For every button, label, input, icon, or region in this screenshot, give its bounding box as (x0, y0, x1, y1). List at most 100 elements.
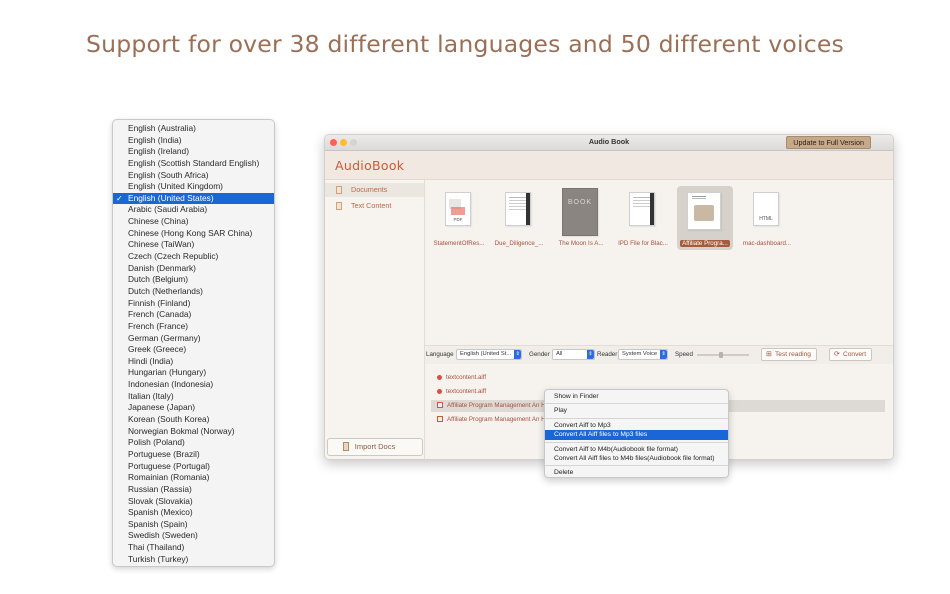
language-option-label: Russian (Rassia) (128, 483, 192, 494)
language-option-selected[interactable]: ✓ English (United States) (113, 192, 274, 205)
language-option[interactable]: Finnish (Finland) (113, 298, 274, 310)
language-option[interactable]: Danish (Denmark) (113, 263, 274, 275)
language-option[interactable]: Spanish (Spain) (113, 519, 274, 531)
language-option[interactable]: Slovak (Slovakia) (113, 496, 274, 508)
language-option[interactable]: German (Germany) (113, 333, 274, 345)
document-item-selected[interactable]: Affiliate Progra... (677, 186, 733, 250)
language-option[interactable]: Spanish (Mexico) (113, 507, 274, 519)
language-option[interactable]: English (Australia) (113, 123, 274, 135)
language-option[interactable]: Japanese (Japan) (113, 402, 274, 414)
menu-separator (545, 403, 728, 405)
language-option-label: Indonesian (Indonesia) (128, 379, 214, 390)
gender-select[interactable]: All ⇕ (552, 349, 595, 360)
language-option[interactable]: Portuguese (Portugal) (113, 461, 274, 473)
language-option-label: Danish (Denmark) (128, 262, 196, 273)
language-option-label: German (Germany) (128, 332, 201, 343)
language-option[interactable]: Greek (Greece) (113, 344, 274, 356)
language-option[interactable]: Dutch (Belgium) (113, 274, 274, 286)
language-option[interactable]: Indonesian (Indonesia) (113, 379, 274, 391)
language-option-label: French (Canada) (128, 309, 192, 320)
language-option-label: Czech (Czech Republic) (128, 251, 219, 262)
test-reading-button[interactable]: ⊞ Test reading (761, 348, 817, 361)
document-item[interactable]: HTML mac-dashboard... (739, 186, 795, 250)
import-docs-button[interactable]: Import Docs (327, 438, 423, 456)
speed-label: Speed (675, 351, 693, 358)
context-menu-item-selected[interactable]: Convert All Aiff files to Mp3 files (545, 430, 728, 440)
update-full-version-button[interactable]: Update to Full Version (786, 136, 871, 149)
file-row[interactable]: textcontent.aiff (431, 372, 885, 384)
headline: Support for over 38 different languages … (86, 30, 844, 58)
context-menu-item[interactable]: Play (545, 406, 728, 415)
document-icon (336, 186, 342, 194)
document-thumbnail-icon (687, 192, 721, 230)
language-option[interactable]: Chinese (TaiWan) (113, 239, 274, 251)
language-option[interactable]: Italian (Italy) (113, 391, 274, 403)
document-item[interactable]: BOOK The Moon Is A... (553, 186, 609, 250)
document-item[interactable]: IPD File for Blac... (615, 186, 671, 250)
language-option[interactable]: Dutch (Netherlands) (113, 286, 274, 298)
language-option[interactable]: English (Ireland) (113, 146, 274, 158)
document-name: The Moon Is A... (558, 240, 604, 247)
language-option-label: Portuguese (Brazil) (128, 448, 200, 459)
app-logo: AudioBook (335, 158, 405, 173)
language-option[interactable]: Russian (Rassia) (113, 484, 274, 496)
document-file-icon (437, 402, 443, 409)
language-option[interactable]: Czech (Czech Republic) (113, 251, 274, 263)
language-select[interactable]: English (United St... ⇕ (456, 349, 523, 360)
import-icon (343, 442, 349, 451)
language-option-label: Slovak (Slovakia) (128, 495, 193, 506)
language-option[interactable]: English (United Kingdom) (113, 181, 274, 193)
sidebar-item-text-content[interactable]: Text Content (325, 199, 424, 213)
slider-knob[interactable] (718, 352, 723, 358)
pdf-file-icon: PDF (445, 192, 471, 226)
menu-separator (545, 465, 728, 467)
language-option[interactable]: Thai (Thailand) (113, 542, 274, 554)
language-option[interactable]: English (Scottish Standard English) (113, 158, 274, 170)
language-option[interactable]: French (France) (113, 321, 274, 333)
language-option[interactable]: English (South Africa) (113, 170, 274, 182)
language-option[interactable]: Korean (South Korea) (113, 414, 274, 426)
document-item[interactable]: Due_Diligence_... (491, 186, 547, 250)
language-option-label: English (Ireland) (128, 146, 189, 157)
language-option-label: Italian (Italy) (128, 390, 174, 401)
language-option[interactable]: French (Canada) (113, 309, 274, 321)
language-label: Language (426, 351, 454, 358)
document-item[interactable]: PDF StatementOfRes... (431, 186, 487, 250)
reader-select[interactable]: System Voice ⇕ (618, 349, 669, 360)
document-name: Affiliate Progra... (680, 240, 730, 247)
language-option[interactable]: Arabic (Saudi Arabia) (113, 204, 274, 216)
context-menu-item[interactable]: Delete (545, 468, 728, 477)
language-option-label: French (France) (128, 320, 189, 331)
language-option-label: Dutch (Netherlands) (128, 285, 203, 296)
context-menu-item[interactable]: Convert Aiff to Mp3 (545, 421, 728, 430)
language-option[interactable]: Swedish (Sweden) (113, 530, 274, 542)
document-file-icon (629, 192, 655, 226)
language-option-label: Turkish (Turkey) (128, 553, 189, 564)
import-docs-label: Import Docs (354, 442, 396, 451)
convert-button[interactable]: ⟳ Convert (829, 348, 873, 361)
language-option[interactable]: English (India) (113, 135, 274, 147)
language-option[interactable]: Hungarian (Hungary) (113, 367, 274, 379)
menu-separator (545, 441, 728, 443)
language-option[interactable]: Romainian (Romania) (113, 472, 274, 484)
title-bar[interactable]: Audio Book Update to Full Version (325, 135, 893, 151)
language-option-label: Japanese (Japan) (128, 402, 196, 413)
language-option[interactable]: Norwegian Bokmal (Norway) (113, 426, 274, 438)
context-menu-item[interactable]: Convert Aiff to M4b(Audiobook file forma… (545, 445, 728, 454)
language-option-label: English (Scottish Standard English) (128, 157, 260, 168)
language-option[interactable]: Polish (Poland) (113, 437, 274, 449)
context-menu-item[interactable]: Convert All Aiff files to M4b files(Audi… (545, 454, 728, 463)
language-option[interactable]: Chinese (Hong Kong SAR China) (113, 228, 274, 240)
speed-slider[interactable] (697, 352, 749, 358)
language-option-label: English (South Africa) (128, 169, 209, 180)
language-option[interactable]: Turkish (Turkey) (113, 554, 274, 566)
context-menu-item[interactable]: Show in Finder (545, 392, 728, 401)
language-option-label: Finnish (Finland) (128, 297, 191, 308)
language-dropdown-menu[interactable]: English (Australia) English (India) Englis… (112, 119, 275, 567)
language-option[interactable]: Portuguese (Brazil) (113, 449, 274, 461)
sidebar-item-label: Text Content (351, 201, 392, 210)
language-option[interactable]: Hindi (India) (113, 356, 274, 368)
document-file-icon (437, 416, 443, 423)
language-option[interactable]: Chinese (China) (113, 216, 274, 228)
sidebar-item-documents[interactable]: Documents (325, 183, 424, 197)
